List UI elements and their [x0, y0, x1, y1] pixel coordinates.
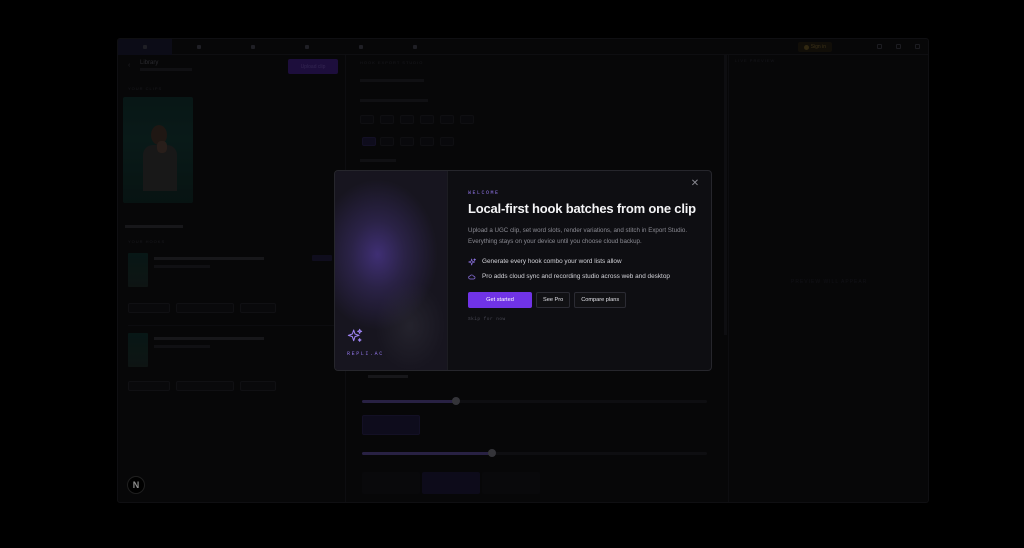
feature-text: Pro adds cloud sync and recording studio… [482, 273, 670, 280]
feature-list: Generate every hook combo your word list… [468, 257, 711, 282]
get-started-button[interactable]: Get started [468, 292, 532, 308]
modal-eyebrow: WELCOME [468, 190, 500, 196]
modal-actions: Get started See Pro Compare plans [468, 292, 711, 308]
welcome-modal: REPLI.AC WELCOME Local-first hook batche… [334, 170, 712, 371]
feature-item: Generate every hook combo your word list… [468, 257, 700, 267]
cloud-icon [468, 274, 476, 280]
sparkle-icon [468, 258, 476, 266]
feature-text: Generate every hook combo your word list… [482, 258, 622, 265]
modal-artwork: REPLI.AC [335, 171, 448, 370]
modal-title: Local-first hook batches from one clip [468, 201, 696, 216]
see-pro-button[interactable]: See Pro [536, 292, 571, 308]
compare-plans-button[interactable]: Compare plans [574, 292, 627, 308]
brand-name: REPLI.AC [347, 351, 384, 357]
skip-link[interactable]: Skip for now [468, 317, 711, 322]
screen: Sign in ‹ Library Upload clip YOUR CLIPS… [0, 0, 1024, 548]
close-icon[interactable]: ✕ [690, 179, 700, 189]
modal-description: Upload a UGC clip, set word slots, rende… [468, 227, 688, 245]
sparkle-icon [347, 328, 363, 342]
modal-body: WELCOME Local-first hook batches from on… [448, 171, 711, 370]
feature-item: Pro adds cloud sync and recording studio… [468, 272, 700, 282]
